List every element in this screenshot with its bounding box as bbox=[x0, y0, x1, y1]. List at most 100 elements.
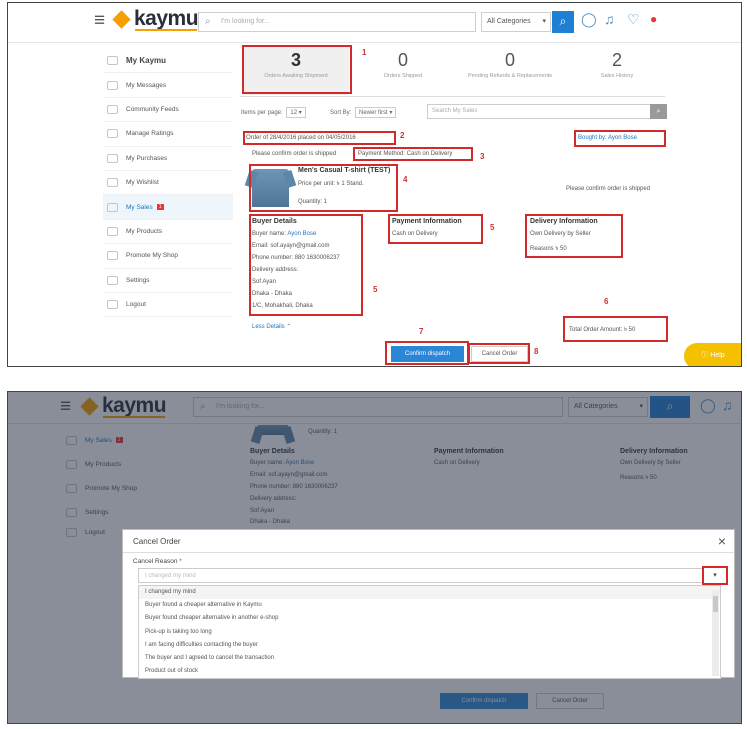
annotation-box-2 bbox=[243, 131, 396, 145]
close-icon[interactable]: × bbox=[718, 533, 726, 549]
category-select[interactable]: All Categories ▾ bbox=[481, 12, 551, 32]
sidebar-item-label: My Kaymu bbox=[126, 56, 167, 66]
cancel-reason-text: Cancel Reason bbox=[133, 558, 178, 565]
sidebar-item-purchases[interactable]: My Purchases bbox=[103, 147, 233, 171]
category-value: All Categories bbox=[487, 18, 531, 25]
sidebar-item-label: My Messages bbox=[126, 81, 167, 89]
sidebar-item-sales[interactable]: My Sales1 bbox=[103, 195, 233, 220]
items-per-page-select[interactable]: 12 ▾ bbox=[286, 107, 306, 118]
sidebar-item-logout[interactable]: Logout bbox=[103, 293, 233, 318]
cancel-order-screen: ≡ kaymu ⌕ I'm looking for... All Categor… bbox=[7, 391, 742, 724]
help-label: Help bbox=[710, 352, 725, 359]
tab-label: Orders Shipped bbox=[383, 73, 423, 79]
sidebar-item-label: My Sales bbox=[126, 203, 153, 211]
annotation-number: 5 bbox=[373, 285, 378, 294]
annotation-box-5b bbox=[388, 214, 483, 244]
sidebar-item-label: My Wishlist bbox=[126, 179, 159, 187]
annotation-number: 4 bbox=[403, 175, 408, 184]
tab-sales-history[interactable]: 2 Sales History bbox=[564, 47, 670, 95]
envelope-icon bbox=[107, 80, 118, 90]
modal-divider bbox=[123, 552, 734, 553]
sidebar-item-label: My Products bbox=[126, 227, 163, 235]
tab-refunds[interactable]: 0 Pending Refunds & Replacements bbox=[457, 47, 563, 95]
sidebar-item-promote[interactable]: Promote My Shop bbox=[103, 244, 233, 269]
sidebar-item-ratings[interactable]: Manage Ratings bbox=[103, 122, 233, 147]
search-input[interactable]: ⌕ I'm looking for... bbox=[198, 12, 476, 32]
hamburger-menu-icon[interactable]: ≡ bbox=[94, 11, 105, 30]
search-icon[interactable]: ⌕ bbox=[650, 104, 667, 119]
less-details-label: Less Details bbox=[252, 324, 285, 330]
option-item[interactable]: Buyer found cheaper alternative in anoth… bbox=[139, 612, 720, 625]
sidebar-item-wishlist[interactable]: My Wishlist bbox=[103, 171, 233, 196]
sidebar-item-messages[interactable]: My Messages bbox=[103, 73, 233, 98]
feed-icon bbox=[107, 104, 118, 114]
chevron-down-icon[interactable]: ▾ bbox=[702, 566, 728, 585]
megaphone-icon bbox=[107, 251, 118, 261]
tab-count: 2 bbox=[611, 50, 622, 70]
sort-select[interactable]: Newer first ▾ bbox=[355, 107, 397, 118]
scrollbar-thumb[interactable] bbox=[713, 596, 718, 612]
sidebar-item-products[interactable]: My Products bbox=[103, 220, 233, 245]
option-item[interactable]: I am facing difficulties contacting the … bbox=[139, 639, 720, 652]
box-icon bbox=[107, 226, 118, 236]
annotation-number: 2 bbox=[400, 131, 405, 140]
kaymu-logo[interactable]: kaymu bbox=[112, 7, 199, 31]
annotation-box-8 bbox=[468, 343, 530, 364]
sidebar-item-label: Manage Ratings bbox=[126, 130, 174, 138]
option-item[interactable]: I changed my mind bbox=[139, 586, 720, 600]
cart-icon[interactable]: ● bbox=[650, 13, 657, 25]
sales-search-input[interactable]: Search My Sales bbox=[427, 104, 651, 119]
annotation-box-5c bbox=[525, 214, 623, 258]
items-per-page-value: 12 bbox=[290, 110, 298, 116]
cancel-reason-placeholder: I changed my mind bbox=[145, 573, 196, 579]
required-marker: * bbox=[179, 558, 182, 565]
cancel-reason-options: I changed my mind Buyer found a cheaper … bbox=[138, 585, 721, 679]
confirm-shipped-note: Please confirm order is shipped bbox=[252, 151, 337, 157]
options-scrollbar[interactable] bbox=[712, 590, 719, 676]
heart-icon bbox=[107, 178, 118, 188]
sales-badge: 1 bbox=[156, 204, 164, 211]
option-item[interactable]: The buyer and I agreed to cancel the tra… bbox=[139, 652, 720, 665]
sidebar-item-settings[interactable]: Settings bbox=[103, 269, 233, 293]
search-placeholder: I'm looking for... bbox=[221, 18, 270, 25]
brand-name: kaymu bbox=[134, 7, 199, 31]
items-per-page-label: Items per page: bbox=[241, 110, 283, 116]
top-header: ≡ kaymu ⌕ I'm looking for... All Categor… bbox=[8, 3, 741, 43]
seller-order-screen: ≡ kaymu ⌕ I'm looking for... All Categor… bbox=[7, 2, 742, 367]
bag-icon bbox=[107, 153, 118, 163]
sidebar-item-label: Logout bbox=[126, 301, 146, 309]
sales-search-placeholder: Search My Sales bbox=[432, 108, 478, 114]
option-item[interactable]: Buyer found a cheaper alternative in Kay… bbox=[139, 599, 720, 612]
chat-icon[interactable]: ◯ bbox=[581, 12, 597, 26]
annotation-box-5a bbox=[249, 214, 363, 316]
sort-value: Newer first bbox=[359, 110, 388, 116]
option-item[interactable]: Pick-up is taking too long bbox=[139, 626, 720, 639]
search-icon: ⌕ bbox=[205, 16, 211, 27]
tab-count: 0 bbox=[504, 50, 515, 70]
search-button[interactable]: ⌕ bbox=[552, 11, 574, 33]
heart-icon[interactable]: ♡ bbox=[627, 12, 640, 26]
items-per-page[interactable]: Items per page: 12 ▾ bbox=[241, 107, 306, 118]
annotation-number: 5 bbox=[490, 223, 495, 232]
annotation-number: 3 bbox=[480, 152, 485, 161]
logo-diamond-icon bbox=[112, 9, 131, 29]
power-icon bbox=[107, 300, 118, 310]
option-item[interactable]: Product out of stock bbox=[139, 665, 720, 678]
star-icon bbox=[107, 129, 118, 139]
annotation-box-3 bbox=[353, 147, 473, 161]
help-button[interactable]: ⓘ Help bbox=[684, 343, 741, 366]
sort-label: Sort By: bbox=[330, 110, 352, 116]
sort-by[interactable]: Sort By: Newer first ▾ bbox=[330, 107, 397, 118]
bell-icon[interactable]: ♫ bbox=[604, 12, 615, 26]
annotation-box-bought-by bbox=[574, 130, 666, 147]
sidebar-item-my-kaymu[interactable]: My Kaymu bbox=[103, 49, 233, 74]
user-icon bbox=[107, 56, 118, 66]
sidebar-item-community[interactable]: Community Feeds bbox=[103, 98, 233, 123]
tab-label: Sales History bbox=[600, 73, 634, 79]
cancel-reason-label: Cancel Reason * bbox=[133, 558, 182, 565]
less-details-link[interactable]: Less Details ⌃ bbox=[252, 323, 291, 330]
sidebar-item-label: Community Feeds bbox=[126, 105, 179, 113]
annotation-number: 6 bbox=[604, 297, 609, 306]
cancel-reason-select[interactable]: I changed my mind bbox=[138, 568, 721, 583]
gear-icon bbox=[107, 275, 118, 285]
